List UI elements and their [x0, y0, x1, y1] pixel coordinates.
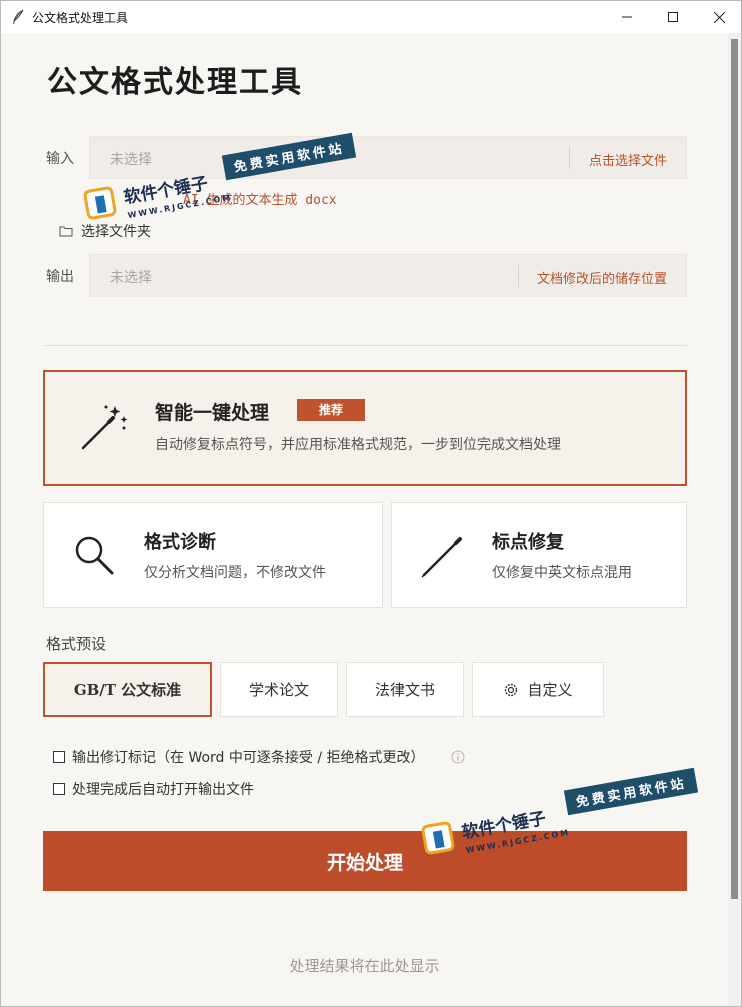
format-diagnose-desc: 仅分析文档问题，不修改文件	[144, 565, 326, 581]
field-separator	[569, 147, 570, 169]
start-process-button[interactable]: 开始处理	[43, 831, 687, 891]
format-diagnose-title: 格式诊断	[144, 532, 216, 553]
punctuation-fix-card[interactable]: 标点修复 仅修复中英文标点混用	[391, 502, 687, 608]
field-separator	[518, 265, 519, 287]
pen-icon	[421, 537, 462, 578]
select-output-button[interactable]: 文档修改后的储存位置	[537, 268, 667, 287]
format-diagnose-card[interactable]: 格式诊断 仅分析文档问题，不修改文件	[43, 502, 383, 608]
close-icon	[713, 11, 725, 23]
preset-label: 自定义	[527, 681, 573, 699]
output-label: 输出	[46, 269, 74, 285]
preset-custom-button[interactable]: 自定义	[472, 662, 604, 717]
auto-open-checkbox[interactable]	[53, 783, 65, 795]
vertical-scrollbar[interactable]	[728, 33, 741, 1006]
select-folder-button[interactable]: 选择文件夹	[59, 221, 151, 241]
scrollbar-thumb[interactable]	[731, 39, 738, 899]
track-changes-checkbox[interactable]	[53, 751, 65, 763]
preset-academic-button[interactable]: 学术论文	[220, 662, 338, 717]
preset-gbt-button[interactable]: GB/T 公文标准	[43, 662, 212, 717]
recommended-badge: 推荐	[297, 399, 365, 421]
section-divider	[44, 345, 687, 346]
magnifier-icon	[75, 536, 114, 575]
output-placeholder: 未选择	[110, 270, 152, 286]
main-content: 公文格式处理工具 输入 未选择 点击选择文件 AI 生成的文本生成 docx 选…	[1, 33, 728, 1006]
select-file-button[interactable]: 点击选择文件	[589, 150, 667, 169]
maximize-icon	[668, 12, 678, 22]
track-changes-option[interactable]: 输出修订标记（在 Word 中可逐条接受 / 拒绝格式更改）	[53, 747, 465, 767]
input-hint: AI 生成的文本生成 docx	[183, 193, 337, 208]
smart-process-card[interactable]: 智能一键处理 推荐 自动修复标点符号，并应用标准格式规范，一步到位完成文档处理	[43, 370, 687, 486]
input-file-field[interactable]: 未选择 点击选择文件	[89, 136, 687, 179]
preset-legal-button[interactable]: 法律文书	[346, 662, 464, 717]
info-icon[interactable]	[451, 750, 465, 764]
folder-icon	[59, 226, 73, 237]
preset-section-label: 格式预设	[46, 635, 107, 653]
smart-process-title: 智能一键处理	[155, 402, 270, 424]
gear-icon	[505, 683, 518, 696]
select-folder-label: 选择文件夹	[81, 224, 151, 240]
input-label: 输入	[46, 151, 74, 167]
minimize-icon	[622, 16, 632, 18]
close-button[interactable]	[696, 1, 742, 33]
punctuation-fix-desc: 仅修复中英文标点混用	[492, 565, 632, 581]
maximize-button[interactable]	[650, 1, 696, 33]
auto-open-option[interactable]: 处理完成后自动打开输出文件	[53, 779, 254, 799]
auto-open-label: 处理完成后自动打开输出文件	[72, 782, 254, 798]
magic-wand-icon	[81, 405, 128, 450]
punctuation-fix-title: 标点修复	[492, 532, 564, 553]
input-placeholder: 未选择	[110, 152, 152, 168]
result-status: 处理结果将在此处显示	[289, 957, 440, 975]
window-title: 公文格式处理工具	[32, 11, 129, 25]
preset-label: 学术论文	[248, 681, 309, 699]
minimize-button[interactable]	[604, 1, 650, 33]
track-changes-label: 输出修订标记（在 Word 中可逐条接受 / 拒绝格式更改）	[72, 750, 425, 766]
feather-icon	[13, 9, 24, 24]
app-window: 公文格式处理工具 公文格式处理工具 输入 未选择 点击选择文件 AI 生成的文本…	[0, 0, 742, 1007]
preset-label: GB/T 公文标准	[73, 681, 182, 699]
smart-process-desc: 自动修复标点符号，并应用标准格式规范，一步到位完成文档处理	[155, 437, 561, 453]
page-title: 公文格式处理工具	[47, 65, 303, 100]
title-bar[interactable]: 公文格式处理工具	[1, 1, 741, 33]
output-path-field[interactable]: 未选择 文档修改后的储存位置	[89, 254, 687, 297]
preset-label: 法律文书	[374, 681, 435, 699]
